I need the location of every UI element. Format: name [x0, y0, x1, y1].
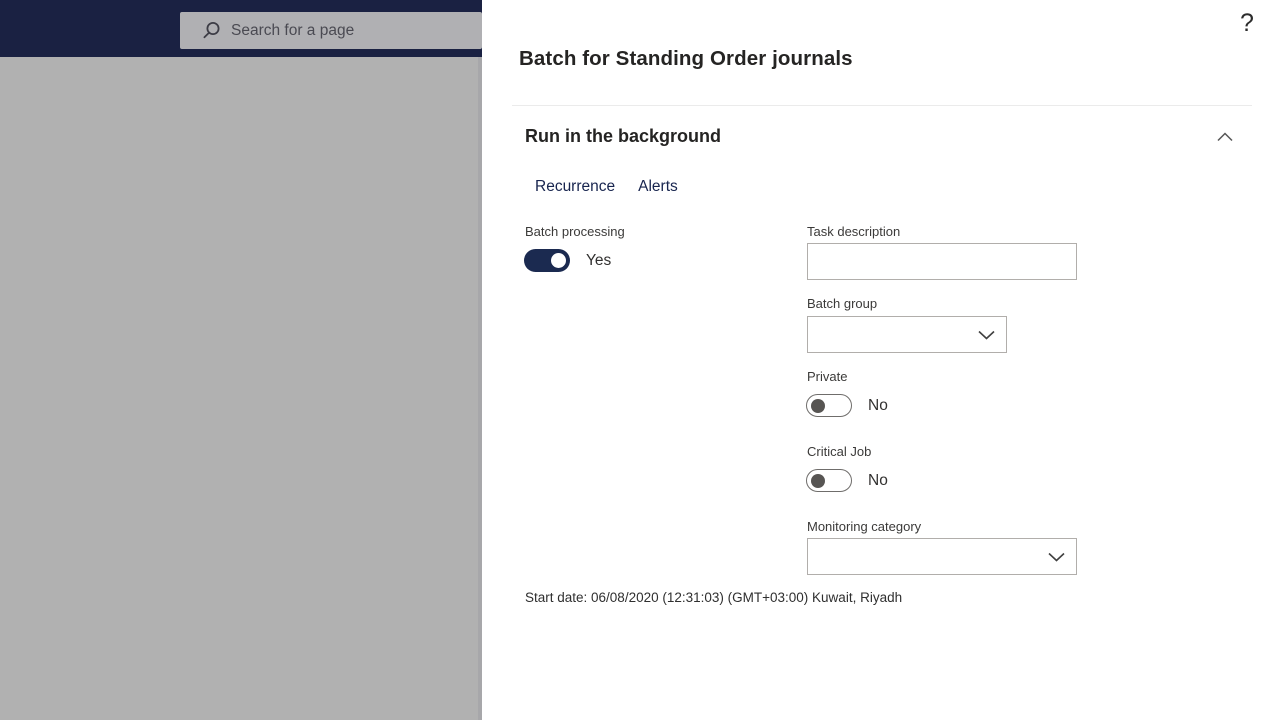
critical-job-label: Critical Job	[807, 444, 872, 459]
toggle-knob	[551, 253, 566, 268]
task-description-input[interactable]	[807, 243, 1077, 280]
toggle-knob	[811, 398, 825, 413]
chevron-up-icon	[1217, 131, 1233, 141]
monitoring-category-dropdown[interactable]	[807, 538, 1077, 575]
modal-overlay[interactable]	[0, 57, 482, 720]
dialog-title: Batch for Standing Order journals	[519, 47, 853, 70]
batch-processing-value: Yes	[586, 251, 612, 269]
start-date-text: Start date: 06/08/2020 (12:31:03) (GMT+0…	[525, 590, 903, 605]
search-placeholder: Search for a page	[231, 21, 355, 39]
chevron-down-icon	[978, 330, 995, 340]
batch-group-label: Batch group	[807, 296, 878, 311]
section-title: Run in the background	[525, 126, 721, 146]
section-collapse-button[interactable]	[1213, 127, 1237, 147]
section-header-run-in-background: Run in the background	[525, 126, 1237, 147]
batch-dialog-panel: ? Batch for Standing Order journals Run …	[482, 0, 1280, 720]
search-input[interactable]: Search for a page	[180, 12, 482, 49]
search-icon	[203, 22, 220, 39]
toggle-knob	[811, 473, 825, 488]
help-button[interactable]: ?	[1232, 6, 1262, 40]
private-label: Private	[807, 369, 848, 384]
batch-processing-label: Batch processing	[525, 224, 625, 239]
app-header-dimmed: Search for a page	[0, 0, 482, 57]
tab-recurrence[interactable]: Recurrence	[535, 178, 615, 196]
tab-alerts[interactable]: Alerts	[638, 178, 678, 196]
critical-job-field: No	[806, 469, 888, 492]
batch-group-dropdown[interactable]	[807, 316, 1007, 353]
private-toggle[interactable]	[806, 394, 852, 417]
chevron-down-icon	[1048, 552, 1065, 562]
private-field: No	[806, 394, 888, 417]
task-description-label: Task description	[807, 224, 901, 239]
private-value: No	[868, 396, 888, 414]
critical-job-value: No	[868, 471, 888, 489]
batch-processing-field: Yes	[524, 249, 611, 272]
title-divider	[512, 105, 1252, 106]
batch-processing-toggle[interactable]	[524, 249, 570, 272]
critical-job-toggle[interactable]	[806, 469, 852, 492]
tab-bar: Recurrence Alerts	[535, 178, 678, 196]
monitoring-category-label: Monitoring category	[807, 519, 922, 534]
